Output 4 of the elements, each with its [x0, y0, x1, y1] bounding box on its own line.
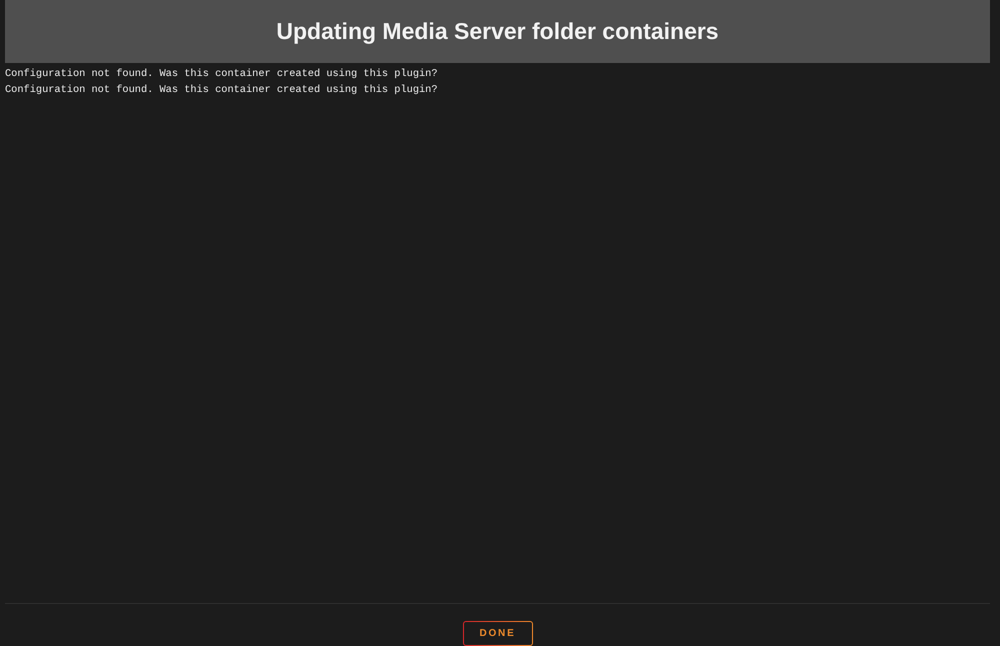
done-button[interactable]: DONE — [462, 621, 532, 646]
log-line: Configuration not found. Was this container created using this plugin? — [5, 83, 439, 98]
dialog-title: Updating Media Server folder containers — [276, 18, 719, 46]
log-line: Configuration not found. Was this container created using this plugin? — [5, 67, 439, 82]
